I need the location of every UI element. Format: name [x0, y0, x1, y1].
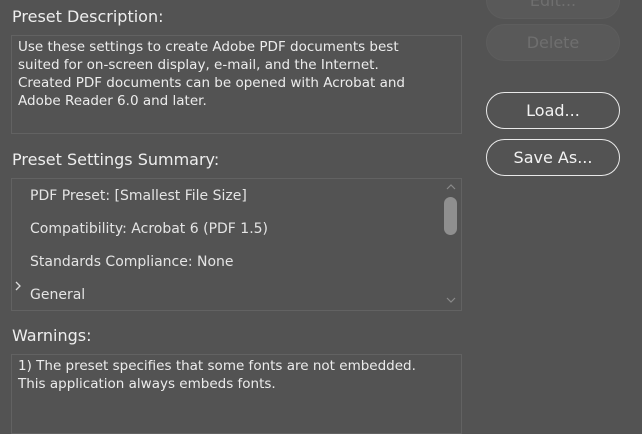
delete-button: Delete: [486, 24, 620, 61]
summary-item-standards: Standards Compliance: None: [30, 254, 234, 270]
warnings-text: 1) The preset specifies that some fonts …: [18, 357, 453, 393]
preset-settings-summary-label: Preset Settings Summary:: [12, 150, 220, 169]
edit-button: Edit...: [486, 0, 620, 19]
warnings-box: 1) The preset specifies that some fonts …: [11, 354, 462, 434]
summary-scrollbar[interactable]: [441, 179, 461, 310]
preset-description-box: Use these settings to create Adobe PDF d…: [11, 35, 462, 134]
scrollbar-thumb[interactable]: [444, 197, 457, 235]
warning-line: 1) The preset specifies that some fonts …: [18, 358, 416, 374]
chevron-down-icon[interactable]: [445, 295, 457, 305]
summary-item-pdf-preset: PDF Preset: [Smallest File Size]: [30, 188, 247, 204]
summary-item-compatibility: Compatibility: Acrobat 6 (PDF 1.5): [30, 221, 269, 237]
description-line: Use these settings to create Adobe PDF d…: [18, 39, 399, 55]
description-line: Adobe Reader 6.0 and later.: [18, 93, 207, 109]
summary-item-general[interactable]: General: [30, 287, 85, 303]
chevron-up-icon[interactable]: [445, 182, 457, 192]
warning-line: This application always embeds fonts.: [18, 376, 276, 392]
description-line: Created PDF documents can be opened with…: [18, 75, 406, 91]
preset-description-label: Preset Description:: [12, 7, 164, 26]
warnings-label: Warnings:: [12, 326, 92, 345]
chevron-right-icon[interactable]: [12, 279, 24, 293]
save-as-button[interactable]: Save As...: [486, 139, 620, 176]
description-line: suited for on-screen display, e-mail, an…: [18, 57, 379, 73]
load-button[interactable]: Load...: [486, 92, 620, 129]
preset-description-text: Use these settings to create Adobe PDF d…: [18, 38, 453, 110]
